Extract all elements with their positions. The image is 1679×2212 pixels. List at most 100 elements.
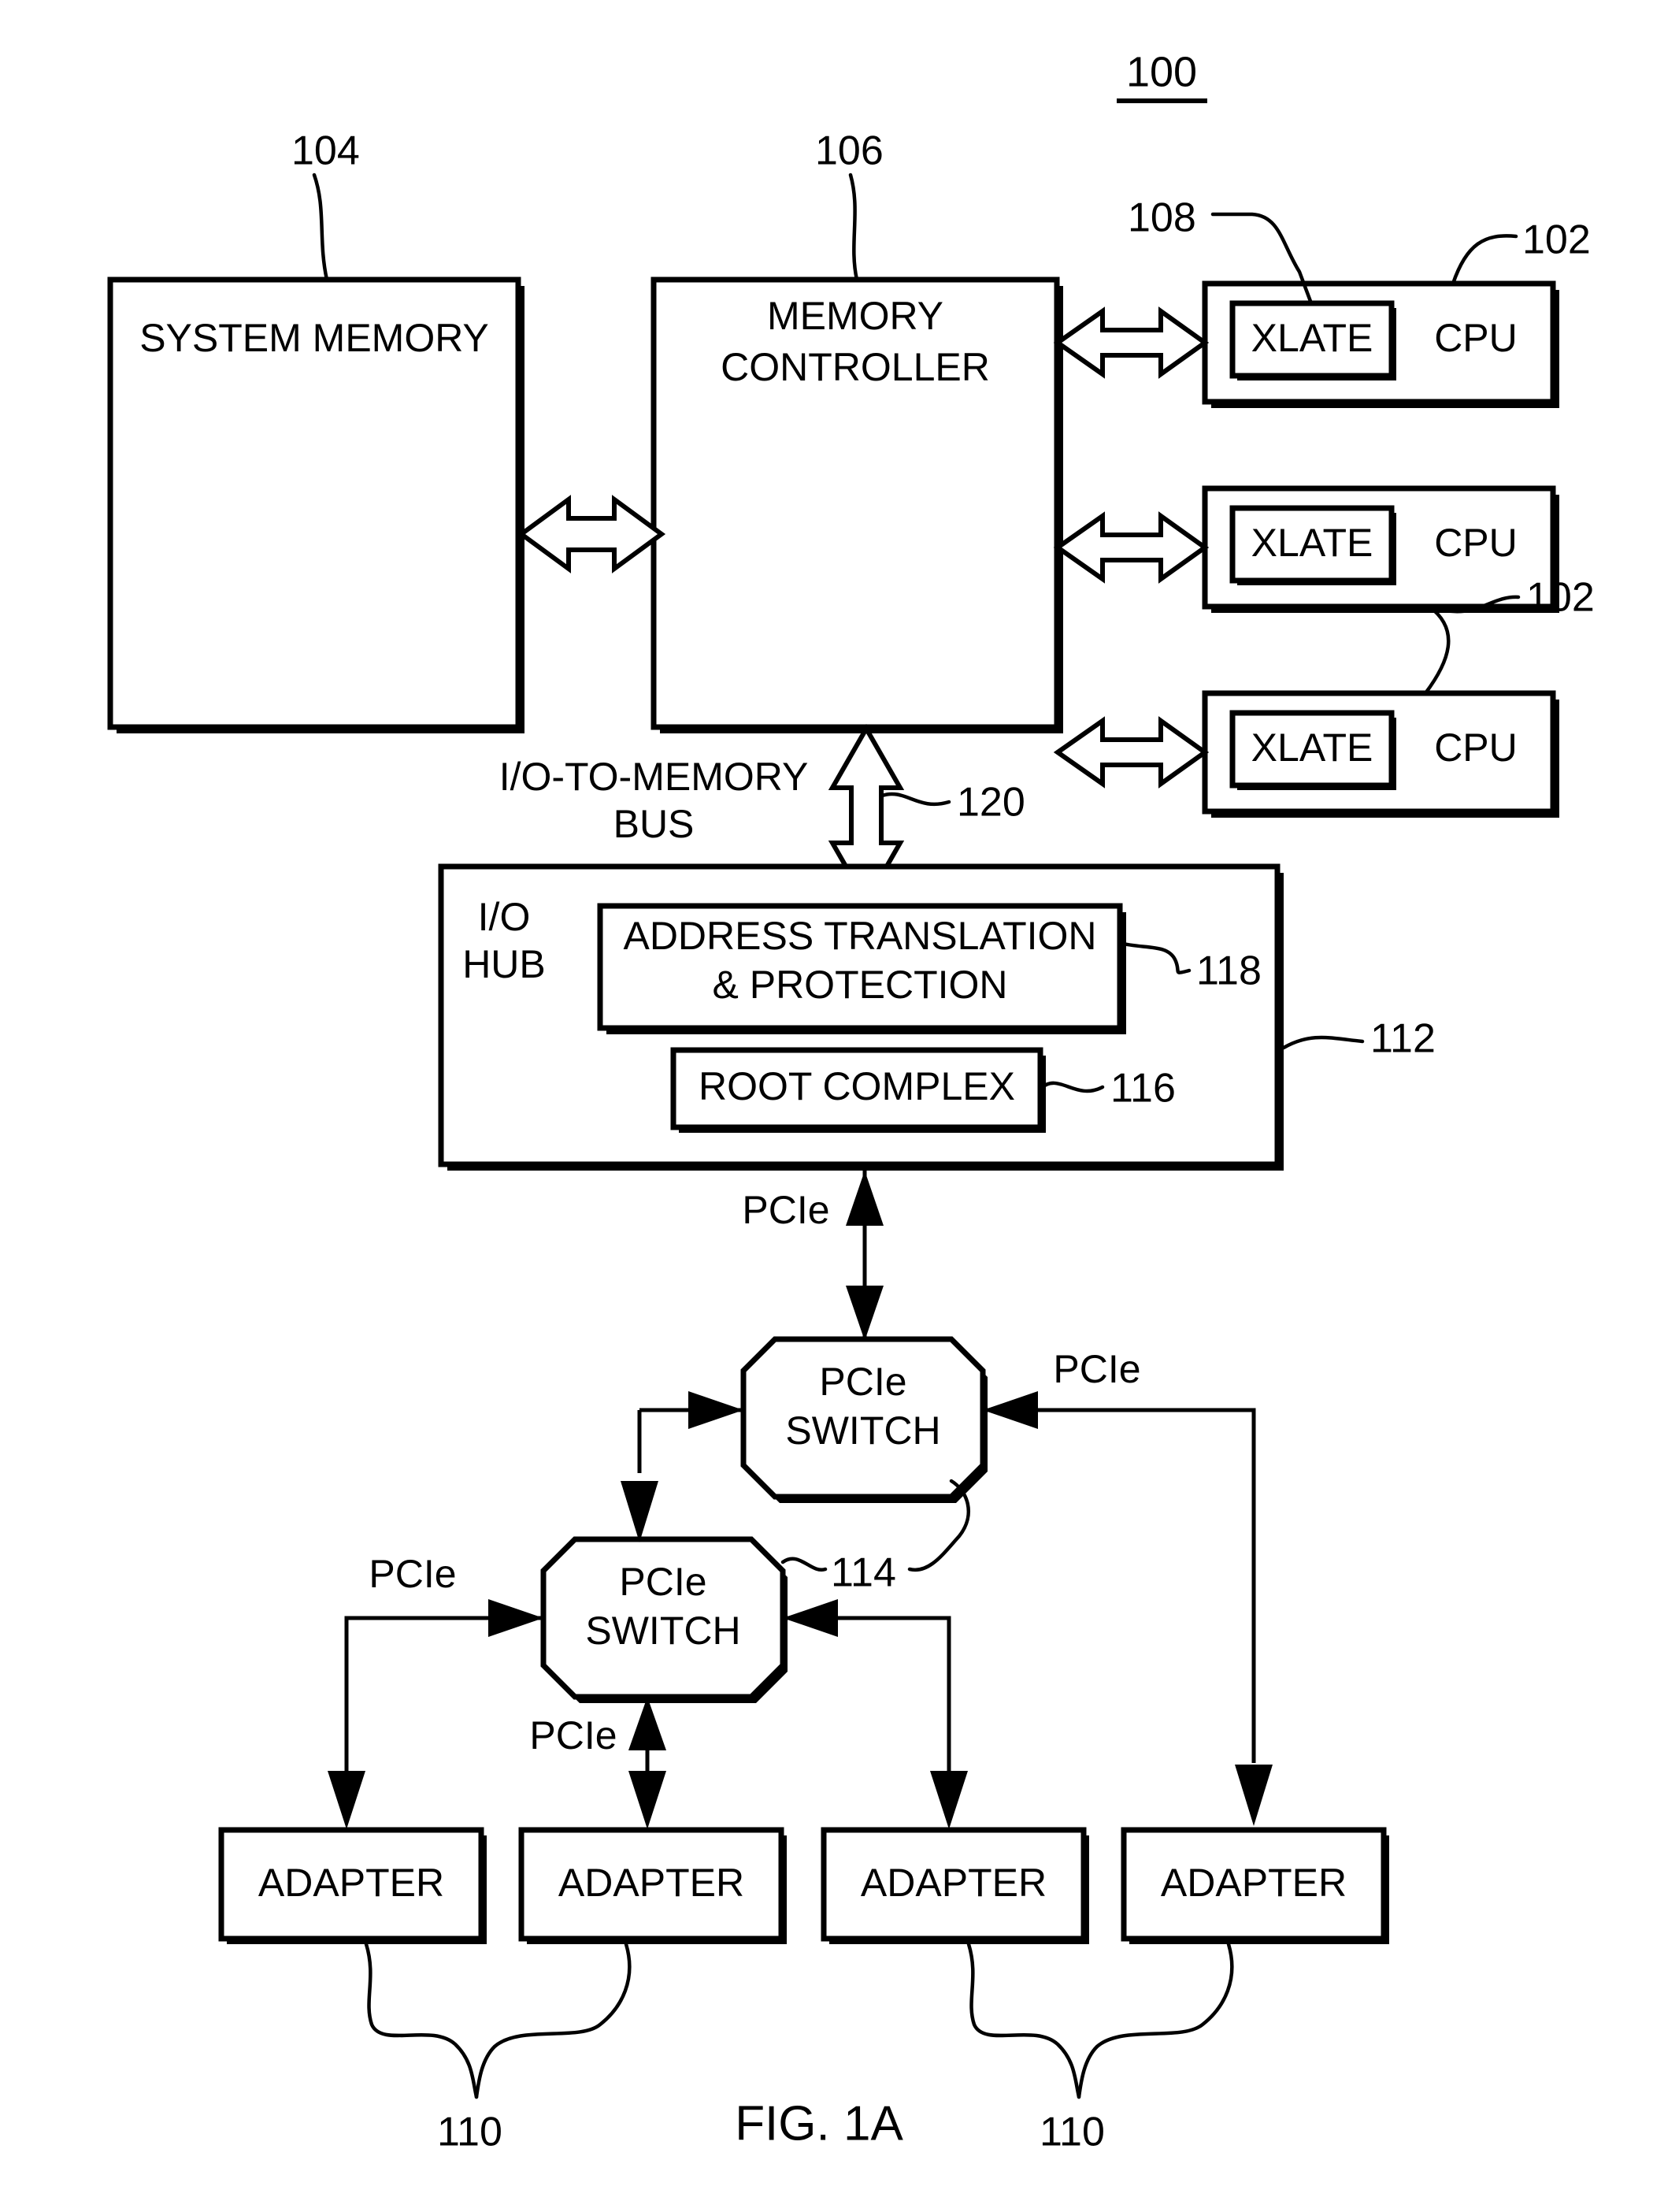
- io-hub-label-2: HUB: [462, 942, 546, 986]
- lower-switch-bottom-branch: PCIe: [529, 1697, 666, 1829]
- pcie-lower-left-label: PCIe: [369, 1552, 456, 1596]
- pcie-hub-switch-link: PCIe: [742, 1171, 884, 1341]
- ref-114-leader-lower: [780, 1557, 828, 1572]
- lower-switch-right-arrowhead: [783, 1599, 838, 1637]
- adapter-block-1: ADAPTER: [218, 1827, 487, 1944]
- cpu-3-label: CPU: [1434, 726, 1518, 770]
- lower-switch-right-line: [783, 1616, 951, 1771]
- ref-102-top-leader: [1451, 234, 1518, 286]
- pcie-switch-upper: PCIe SWITCH: [740, 1336, 988, 1503]
- adapter-block-3: ADAPTER: [821, 1827, 1089, 1944]
- upper-to-lower-switch-arrowhead: [621, 1481, 658, 1542]
- lower-switch-bottom-arrowhead-up: [628, 1697, 666, 1750]
- adapter-block-2: ADAPTER: [518, 1827, 787, 1944]
- ref-106-label: 106: [815, 128, 884, 174]
- ref-102-top-group: 102: [1451, 217, 1591, 286]
- ref-110-left-group: 110: [364, 1942, 632, 2155]
- address-translation-label-2: & PROTECTION: [712, 963, 1007, 1007]
- controller-cpu-arrows: [1053, 306, 1210, 789]
- cpu-2-label: CPU: [1434, 521, 1518, 565]
- adapter-3-arrowhead: [930, 1771, 968, 1829]
- adapter-2-label: ADAPTER: [558, 1861, 744, 1905]
- adapter-3-label: ADAPTER: [861, 1861, 1047, 1905]
- controller-to-cpu-3-arrow: [1053, 716, 1210, 789]
- io-hub-block: I/O HUB ADDRESS TRANSLATION & PROTECTION…: [438, 863, 1284, 1171]
- io-hub-label-1: I/O: [478, 895, 531, 939]
- memory-to-controller-double-arrow: [517, 495, 666, 573]
- adapter-block-4: ADAPTER: [1121, 1827, 1389, 1944]
- memory-bus-arrow: [517, 495, 666, 573]
- ref-110-right-label: 110: [1040, 2110, 1105, 2155]
- memory-controller-block: MEMORY CONTROLLER: [650, 276, 1063, 733]
- pcie-hub-switch-arrowhead-down: [846, 1286, 884, 1341]
- pcie-lower-bottom-label: PCIe: [529, 1713, 617, 1757]
- ref-110-left-leader-b: [474, 1942, 632, 2099]
- ref-112-group: 112: [1281, 1016, 1436, 1062]
- upper-switch-right-line: [983, 1408, 1256, 1763]
- adapter-1-label: ADAPTER: [258, 1861, 444, 1905]
- pcie-hub-switch-label: PCIe: [742, 1188, 829, 1232]
- pcie-switch-upper-label-1: PCIe: [819, 1360, 906, 1404]
- lower-switch-left-line: [344, 1616, 543, 1771]
- ref-120-label: 120: [957, 780, 1025, 826]
- system-memory-label: SYSTEM MEMORY: [139, 316, 489, 360]
- xlate-1-label: XLATE: [1251, 316, 1373, 360]
- ref-108-label: 108: [1128, 195, 1196, 241]
- lower-switch-right-branch: [783, 1599, 968, 1829]
- xlate-2-label: XLATE: [1251, 521, 1373, 565]
- ref-112-leader: [1281, 1035, 1365, 1050]
- upper-switch-right-arrowhead: [983, 1391, 1038, 1429]
- cpu-1-label: CPU: [1434, 316, 1518, 360]
- upper-switch-left-arrowhead: [688, 1391, 743, 1429]
- ref-118-label: 118: [1196, 948, 1262, 994]
- cpu-block-1: XLATE CPU: [1202, 280, 1559, 408]
- ref-110-right-leader-b: [1077, 1942, 1234, 2099]
- ref-106-group: 106: [815, 128, 884, 282]
- memory-controller-label-1: MEMORY: [767, 294, 943, 338]
- ref-112-label: 112: [1370, 1016, 1436, 1062]
- xlate-3-label: XLATE: [1251, 726, 1373, 770]
- system-memory-block: SYSTEM MEMORY: [107, 276, 524, 733]
- ref-104-group: 104: [291, 128, 360, 282]
- ref-102-mid-label: 102: [1526, 575, 1595, 621]
- adapter-1-arrowhead: [328, 1771, 365, 1829]
- cpu-block-3: XLATE CPU: [1202, 690, 1559, 818]
- pcie-switch-lower-label-1: PCIe: [619, 1560, 706, 1604]
- ref-110-right-group: 110: [966, 1942, 1234, 2155]
- pcie-hub-switch-arrowhead-up: [846, 1171, 884, 1226]
- ref-104-label: 104: [291, 128, 360, 174]
- controller-to-cpu-2-arrow: [1053, 511, 1210, 584]
- patent-figure: 100 SYSTEM MEMORY 104 MEMORY CONTROLLER …: [0, 0, 1679, 2212]
- cpu-block-2: XLATE CPU: [1202, 485, 1559, 613]
- upper-switch-right-branch: PCIe: [983, 1347, 1273, 1826]
- controller-to-cpu-1-arrow: [1053, 306, 1210, 379]
- ref-106-leader: [848, 173, 859, 282]
- ref-104-leader: [312, 173, 329, 282]
- lower-switch-left-arrowhead: [488, 1599, 543, 1637]
- root-complex-label: ROOT COMPLEX: [699, 1064, 1015, 1108]
- pcie-switch-lower: PCIe SWITCH: [540, 1536, 788, 1703]
- adapter-2-arrowhead: [628, 1771, 666, 1829]
- upper-switch-left-branch: [621, 1391, 743, 1542]
- ref-120-leader: [880, 792, 951, 807]
- adapter-4-label: ADAPTER: [1161, 1861, 1347, 1905]
- ref-102-top-label: 102: [1522, 217, 1591, 263]
- pcie-upper-right-label: PCIe: [1053, 1347, 1140, 1391]
- diagram-canvas: 100 SYSTEM MEMORY 104 MEMORY CONTROLLER …: [107, 48, 1595, 2155]
- figure-caption: FIG. 1A: [735, 2096, 903, 2151]
- figure-system-numeral: 100: [1117, 48, 1207, 103]
- ref-116-label: 116: [1110, 1066, 1176, 1112]
- io-memory-bus-label-1: I/O-TO-MEMORY: [499, 755, 809, 799]
- ref-110-left-label: 110: [437, 2110, 502, 2155]
- ref-110-left-leader-a: [364, 1942, 479, 2099]
- ref-110-right-leader-a: [966, 1942, 1081, 2099]
- ref-100-label: 100: [1126, 48, 1197, 95]
- memory-controller-label-2: CONTROLLER: [721, 345, 990, 389]
- pcie-switch-lower-label-2: SWITCH: [585, 1609, 740, 1653]
- pcie-switch-upper-label-2: SWITCH: [785, 1408, 940, 1453]
- adapter-4-arrowhead: [1235, 1765, 1273, 1826]
- ref-114-label: 114: [831, 1550, 896, 1596]
- lower-switch-left-branch: PCIe: [328, 1552, 543, 1829]
- io-memory-bus-label-2: BUS: [613, 802, 695, 846]
- address-translation-label-1: ADDRESS TRANSLATION: [623, 914, 1096, 958]
